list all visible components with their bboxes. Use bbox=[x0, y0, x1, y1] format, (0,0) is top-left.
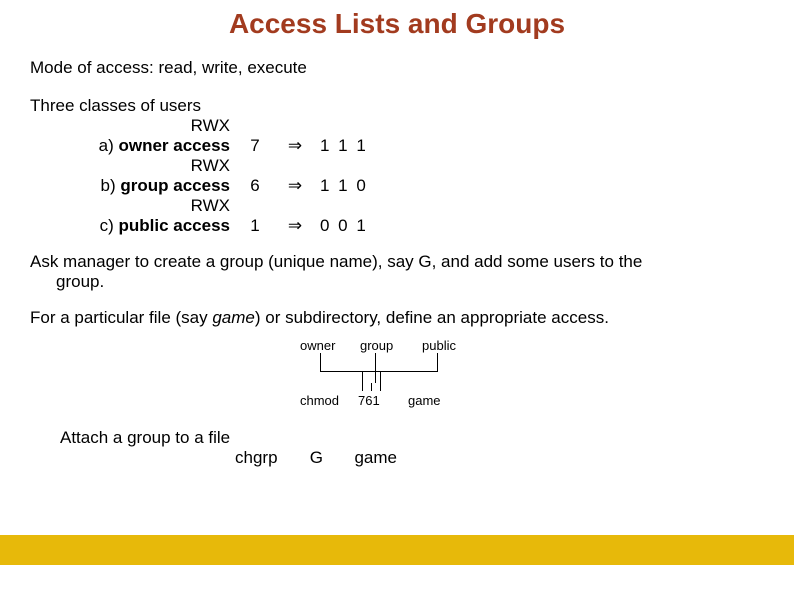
row-a-bits: 1 1 1 bbox=[320, 136, 368, 156]
row-b-arrow: ⇒ bbox=[270, 176, 320, 196]
permissions-block: RWX a) owner access 7 ⇒ 1 1 1 RWX b) gro… bbox=[30, 116, 764, 236]
rwx-label: RWX bbox=[30, 156, 240, 176]
diagram-line-group bbox=[375, 353, 376, 383]
rwx-label: RWX bbox=[30, 196, 240, 216]
diagram-line-owner bbox=[320, 353, 321, 371]
diagram-line-7 bbox=[362, 371, 363, 391]
diagram-line-6 bbox=[371, 383, 372, 391]
ask-manager-line2: group. bbox=[56, 272, 764, 292]
chgrp-row: chgrp G game bbox=[235, 448, 764, 468]
diagram-public-label: public bbox=[422, 338, 456, 353]
rwx-header-c: RWX bbox=[30, 196, 764, 216]
rwx-label: RWX bbox=[30, 116, 240, 136]
perm-row-group: b) group access 6 ⇒ 1 1 0 bbox=[30, 176, 764, 196]
chgrp-file: game bbox=[354, 448, 397, 467]
perm-row-public: c) public access 1 ⇒ 0 0 1 bbox=[30, 216, 764, 236]
diagram-hline-bottom bbox=[362, 371, 380, 372]
perm-row-owner: a) owner access 7 ⇒ 1 1 1 bbox=[30, 136, 764, 156]
row-b-num: 6 bbox=[240, 176, 270, 196]
diagram-file: game bbox=[408, 393, 441, 408]
diagram-group-label: group bbox=[360, 338, 393, 353]
row-c-prefix: c) bbox=[100, 216, 119, 235]
attach-line: Attach a group to a file bbox=[60, 428, 764, 448]
footer-bar bbox=[0, 535, 794, 565]
row-c-num: 1 bbox=[240, 216, 270, 236]
classes-intro: Three classes of users bbox=[30, 96, 764, 116]
rwx-header-b: RWX bbox=[30, 156, 764, 176]
define-access: For a particular file (say game) or subd… bbox=[30, 308, 764, 328]
diagram-chmod: chmod bbox=[300, 393, 339, 408]
row-c-bits: 0 0 1 bbox=[320, 216, 368, 236]
rwx-header-a: RWX bbox=[30, 116, 764, 136]
define-pre: For a particular file (say bbox=[30, 308, 212, 327]
slide: Access Lists and Groups Mode of access: … bbox=[0, 0, 794, 595]
slide-title: Access Lists and Groups bbox=[0, 0, 794, 40]
row-c-arrow: ⇒ bbox=[270, 216, 320, 236]
diagram-line-public bbox=[437, 353, 438, 371]
row-a-prefix: a) bbox=[99, 136, 119, 155]
define-post: ) or subdirectory, define an appropriate… bbox=[255, 308, 609, 327]
row-a-num: 7 bbox=[240, 136, 270, 156]
chmod-diagram: owner group public chmod 761 game bbox=[300, 338, 794, 428]
row-b-label: group access bbox=[120, 176, 230, 195]
row-b-bits: 1 1 0 bbox=[320, 176, 368, 196]
row-a-arrow: ⇒ bbox=[270, 136, 320, 156]
row-b-prefix: b) bbox=[101, 176, 121, 195]
ask-manager-line1: Ask manager to create a group (unique na… bbox=[30, 252, 764, 272]
row-a-label: owner access bbox=[118, 136, 230, 155]
diagram-val: 761 bbox=[358, 393, 380, 408]
chgrp-group: G bbox=[310, 448, 350, 468]
mode-line: Mode of access: read, write, execute bbox=[30, 58, 764, 78]
define-game: game bbox=[212, 308, 255, 327]
diagram-line-1 bbox=[380, 371, 381, 391]
row-c-label: public access bbox=[118, 216, 230, 235]
diagram-owner-label: owner bbox=[300, 338, 335, 353]
chgrp-cmd: chgrp bbox=[235, 448, 305, 468]
